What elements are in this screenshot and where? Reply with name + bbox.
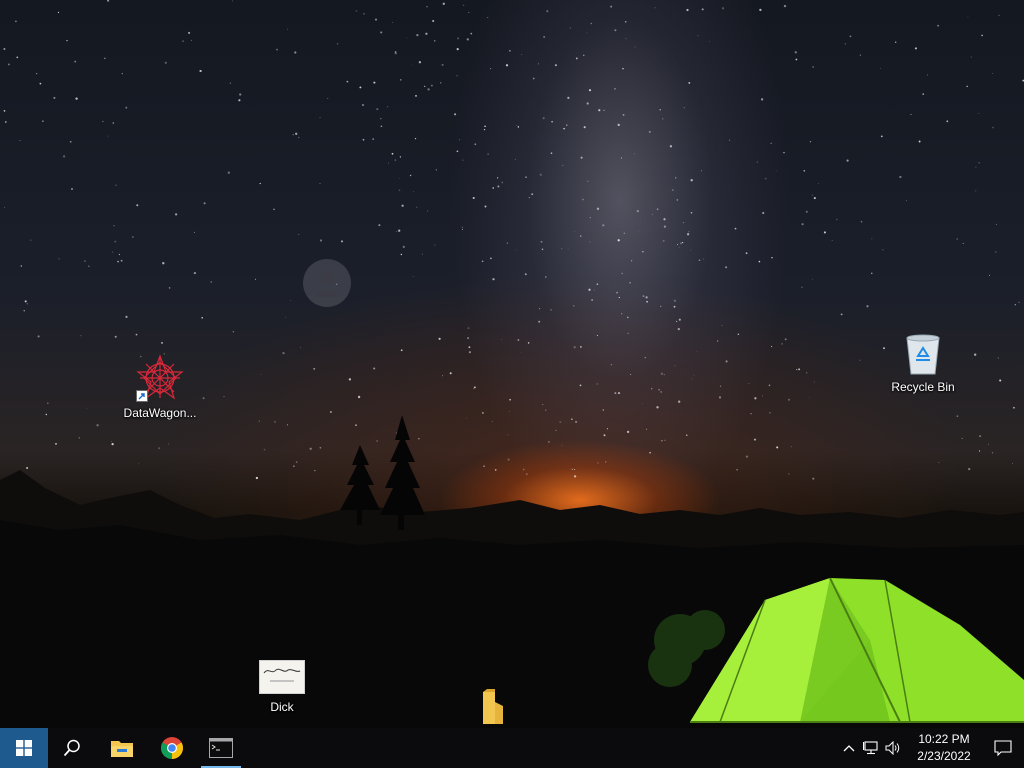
desktop-icon-label: DataWagon... xyxy=(123,406,197,420)
folder-icon xyxy=(477,688,507,724)
desktop[interactable]: DataWagon... Recycle Bin Dick xyxy=(0,0,1024,728)
network-button[interactable] xyxy=(860,728,882,768)
taskbar-file-explorer[interactable] xyxy=(98,728,146,768)
show-hidden-icons-button[interactable] xyxy=(838,728,860,768)
desktop-icon-label: Recycle Bin xyxy=(891,380,955,394)
chevron-up-icon xyxy=(843,745,855,752)
clock-button[interactable]: 10:22 PM 2/23/2022 xyxy=(906,728,982,768)
taskbar: 10:22 PM 2/23/2022 xyxy=(0,728,1024,768)
volume-icon xyxy=(885,741,900,755)
shortcut-arrow-icon xyxy=(136,390,148,402)
notification-icon xyxy=(994,740,1012,756)
search-button[interactable] xyxy=(48,728,96,768)
start-button[interactable] xyxy=(0,728,48,768)
clock-time: 10:22 PM xyxy=(918,732,970,746)
datawagon-logo-icon xyxy=(136,354,184,402)
recycle-bin-icon xyxy=(903,332,943,376)
file-explorer-icon xyxy=(111,741,133,757)
clock-date: 2/23/2022 xyxy=(917,749,971,763)
action-center-button[interactable] xyxy=(982,728,1024,768)
desktop-icon-dick[interactable]: Dick xyxy=(240,660,324,714)
desktop-icon-label: Dick xyxy=(270,700,294,714)
image-thumbnail-icon xyxy=(259,660,305,694)
desktop-icon-folder[interactable] xyxy=(470,688,514,728)
terminal-icon xyxy=(209,738,233,758)
taskbar-chrome[interactable] xyxy=(148,728,196,768)
user-avatar-ghost xyxy=(303,259,351,307)
desktop-icon-recycle-bin[interactable]: Recycle Bin xyxy=(881,332,965,394)
chrome-icon xyxy=(161,737,183,759)
desktop-icon-datawagon[interactable]: DataWagon... xyxy=(118,354,202,420)
windows-logo-icon xyxy=(16,740,32,756)
network-icon xyxy=(863,741,878,755)
volume-button[interactable] xyxy=(882,728,904,768)
search-icon xyxy=(63,739,80,757)
taskbar-command-prompt[interactable] xyxy=(197,728,245,768)
